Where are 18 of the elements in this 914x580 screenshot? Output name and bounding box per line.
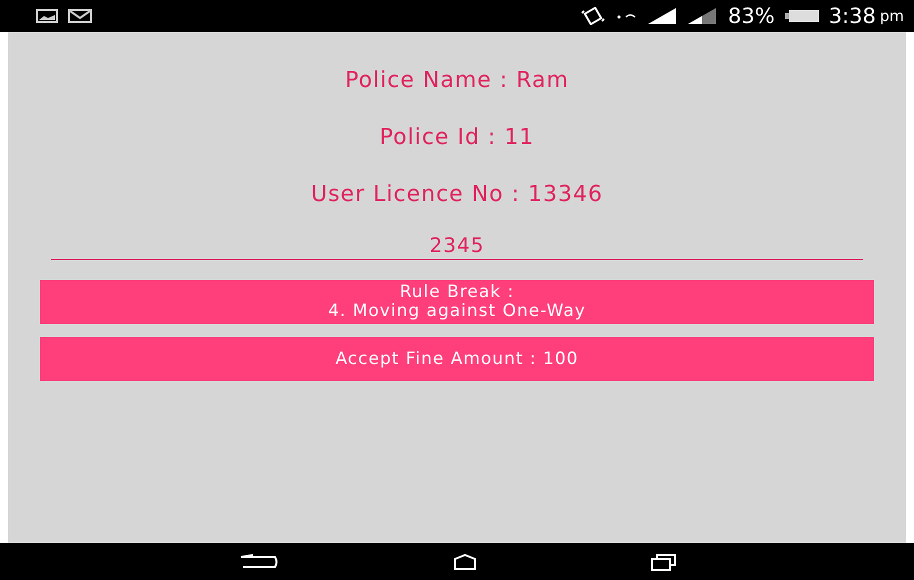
mail-icon <box>68 9 92 23</box>
info-text: User Licence No : 13346 <box>310 182 603 207</box>
rule-break-button[interactable]: Rule Break : 4. Moving against One-Way <box>40 280 874 324</box>
home-icon[interactable] <box>453 554 477 570</box>
clock-time: 3:38 <box>828 4 876 28</box>
battery-percent: 83% <box>728 4 775 28</box>
image-icon <box>36 9 58 23</box>
accept-fine-button[interactable]: Accept Fine Amount : 100 <box>40 337 874 381</box>
signal-icon <box>648 8 678 24</box>
wifi-icon <box>616 11 638 21</box>
signal-icon <box>688 8 718 24</box>
recent-apps-icon[interactable] <box>651 552 677 570</box>
vibrate-icon <box>580 7 606 25</box>
amount-field[interactable]: 2345 <box>51 229 863 260</box>
clock-period: pm <box>880 7 904 25</box>
info-text: Police Name : Ram <box>345 68 569 93</box>
battery-icon <box>784 10 819 22</box>
info-text: Police Id : 11 <box>380 125 534 150</box>
